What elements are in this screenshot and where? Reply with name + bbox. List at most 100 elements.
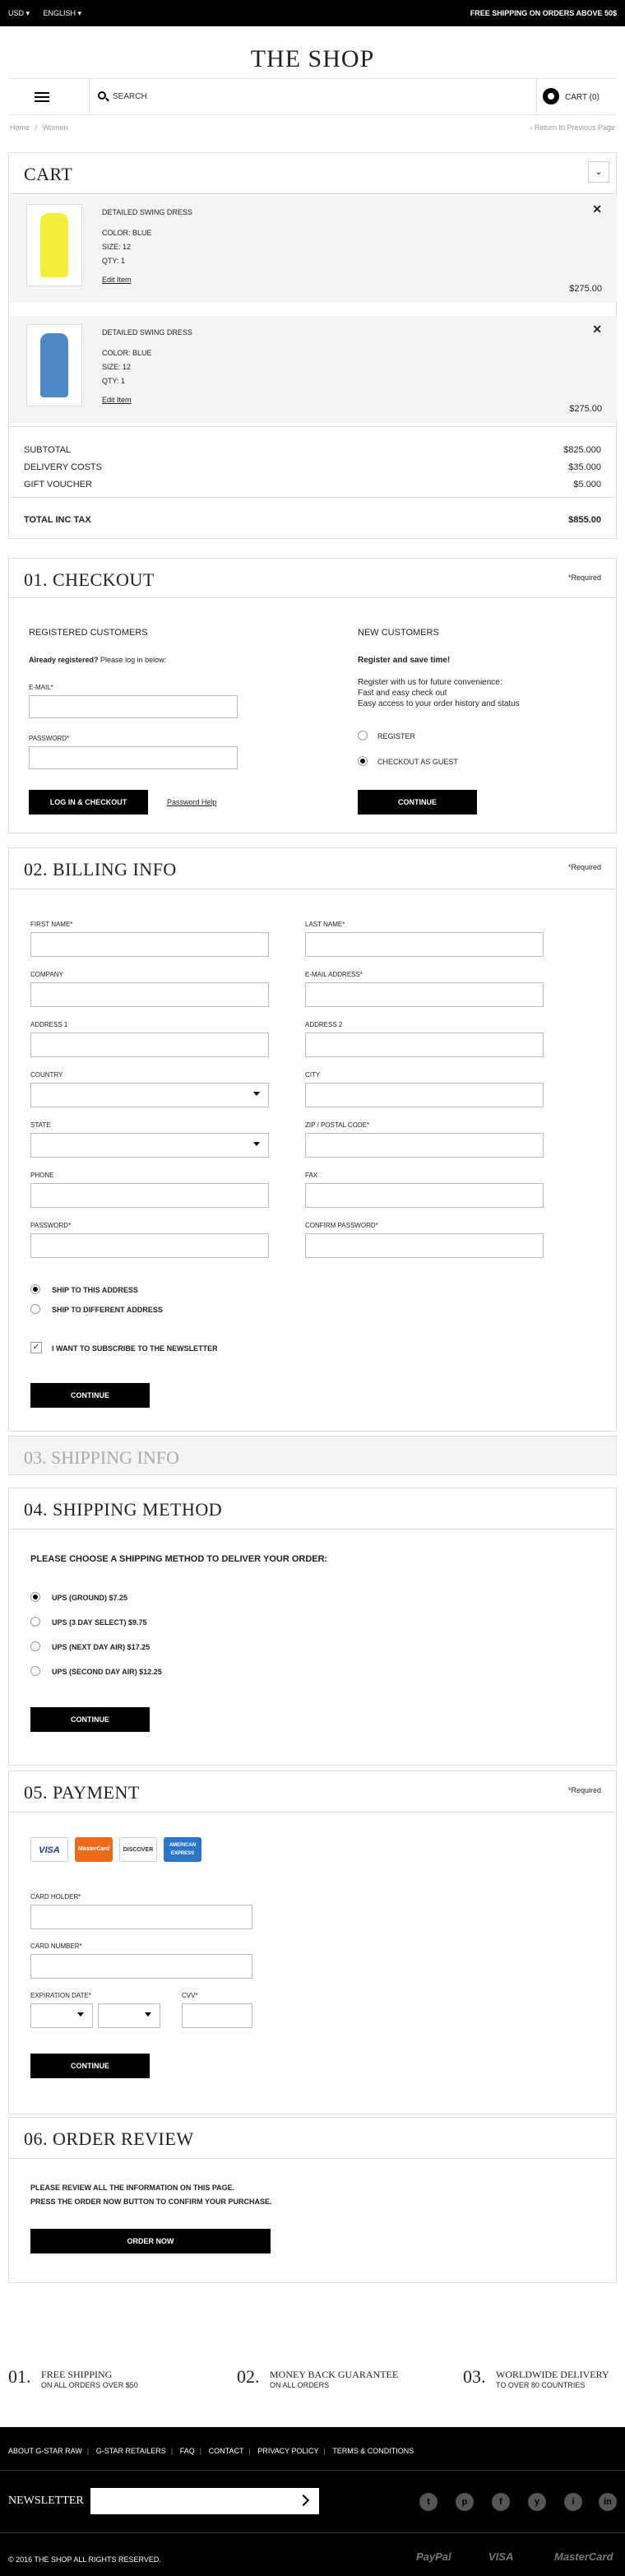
feature-subtitle: ON ALL ORDERS OVER $50	[41, 2381, 138, 2389]
product-image[interactable]	[26, 204, 82, 286]
phone-field[interactable]	[30, 1183, 269, 1208]
register-benefit: Easy access to your order history and st…	[358, 699, 520, 708]
shop-logo[interactable]: THE SHOP	[0, 45, 625, 73]
state-select[interactable]	[30, 1133, 269, 1158]
subtotal-value: $825.000	[563, 445, 601, 455]
footer: ABOUT G-STAR RAW | G-STAR RETAILERS | FAQ |…	[0, 2427, 625, 2576]
footer-link[interactable]: ABOUT G-STAR RAW	[8, 2447, 82, 2455]
breadcrumb-home[interactable]: Home	[10, 123, 30, 132]
card-holder-field[interactable]	[30, 1905, 252, 1929]
email-label: E-MAIL ADDRESS*	[305, 971, 363, 978]
item-name: DETAILED SWING DRESS	[102, 328, 192, 337]
city-field[interactable]	[305, 1083, 544, 1107]
expiry-year-select[interactable]	[98, 2003, 160, 2028]
email-field[interactable]	[29, 695, 238, 718]
youtube-icon[interactable]: y	[528, 2493, 546, 2511]
item-color: COLOR: BLUE	[102, 349, 152, 357]
last-name-field[interactable]	[305, 932, 544, 957]
register-benefit: Register with us for future convenience:	[358, 678, 502, 687]
order-now-button[interactable]: ORDER NOW	[30, 2229, 271, 2253]
card-number-field[interactable]	[30, 1954, 252, 1979]
shipping-option-label: UPS (NEXT DAY AIR) $17.25	[52, 1643, 150, 1651]
remove-item-icon[interactable]: ✕	[592, 202, 602, 216]
edit-item-link[interactable]: Edit Item	[102, 393, 192, 407]
facebook-icon[interactable]: f	[492, 2493, 510, 2511]
register-radio[interactable]	[358, 731, 368, 740]
linkedin-icon[interactable]: in	[599, 2493, 617, 2511]
continue-button[interactable]: CONTINUE	[30, 1383, 150, 1408]
shipping-option-radio[interactable]	[30, 1617, 40, 1627]
item-color: COLOR: BLUE	[102, 229, 152, 237]
shipping-info-section[interactable]: 03. SHIPPING INFO	[8, 1436, 617, 1475]
ship-different-radio[interactable]	[30, 1304, 40, 1314]
address1-label: ADDRESS 1	[30, 1021, 68, 1028]
continue-button[interactable]: CONTINUE	[30, 1707, 150, 1732]
guest-label: CHECKOUT AS GUEST	[377, 758, 458, 766]
feature-title: WORLDWIDE DELIVERY	[496, 2369, 609, 2380]
review-instruction: PRESS THE ORDER NOW BUTTON TO CONFIRM YO…	[30, 2198, 272, 2206]
item-qty: QTY: 1	[102, 257, 126, 265]
instagram-icon[interactable]: i	[564, 2493, 582, 2511]
continue-button[interactable]: CONTINUE	[358, 790, 477, 815]
product-image[interactable]	[26, 324, 82, 406]
delivery-value: $35.000	[568, 462, 601, 472]
first-name-field[interactable]	[30, 932, 269, 957]
chevron-down-icon[interactable]: ⌄	[588, 161, 609, 183]
feature-number: 03.	[463, 2366, 486, 2387]
search-box[interactable]: SEARCH	[89, 79, 537, 114]
expiry-month-select[interactable]	[30, 2003, 93, 2028]
zip-field[interactable]	[305, 1133, 544, 1158]
shipping-option-radio[interactable]	[30, 1666, 40, 1676]
registered-title: REGISTERED CUSTOMERS	[29, 628, 148, 638]
login-checkout-button[interactable]: LOG IN & CHECKOUT	[29, 790, 148, 815]
item-size: SIZE: 12	[102, 243, 132, 251]
shipping-option-radio[interactable]	[30, 1641, 40, 1651]
remove-item-icon[interactable]: ✕	[592, 323, 602, 337]
item-price: $275.00	[569, 284, 602, 294]
newsletter-checkbox[interactable]: ✓	[30, 1342, 42, 1353]
footer-link[interactable]: PRIVACY POLICY	[257, 2447, 318, 2455]
continue-button[interactable]: CONTINUE	[30, 2054, 150, 2078]
language-selector[interactable]: ENGLISH ▾	[44, 9, 82, 17]
link-separator: |	[86, 2447, 90, 2455]
fax-field[interactable]	[305, 1183, 544, 1208]
password-field[interactable]	[30, 1233, 269, 1258]
edit-item-link[interactable]: Edit Item	[102, 273, 192, 287]
breadcrumb-current[interactable]: Women	[43, 123, 68, 132]
newsletter-input[interactable]	[90, 2488, 319, 2514]
ship-this-radio[interactable]	[30, 1284, 40, 1294]
footer-link[interactable]: CONTACT	[209, 2447, 244, 2455]
item-qty: QTY: 1	[102, 377, 126, 385]
cvv-field[interactable]	[182, 2003, 252, 2028]
footer-links: ABOUT G-STAR RAW | G-STAR RETAILERS | FAQ |…	[8, 2447, 419, 2455]
country-label: COUNTRY	[30, 1071, 63, 1079]
menu-icon[interactable]	[35, 92, 49, 102]
shipping-option-radio[interactable]	[30, 1592, 40, 1602]
password-help-link[interactable]: Password Help	[167, 798, 217, 806]
password-field[interactable]	[29, 746, 238, 769]
pinterest-icon[interactable]: p	[456, 2493, 474, 2511]
email-field[interactable]	[305, 982, 544, 1007]
city-label: CITY	[305, 1071, 321, 1079]
address2-field[interactable]	[305, 1033, 544, 1057]
twitter-icon[interactable]: t	[419, 2493, 438, 2511]
promo-text: FREE SHIPPING ON ORDERS ABOVE 50$	[470, 9, 617, 17]
register-label: REGISTER	[377, 732, 416, 740]
search-input[interactable]: SEARCH	[113, 92, 147, 101]
return-link[interactable]: ‹ Return to Previous Page	[530, 123, 615, 132]
expiration-label: EXPIRATION DATE*	[30, 1992, 91, 1999]
zip-label: ZIP / POSTAL CODE*	[305, 1121, 370, 1129]
address2-label: ADDRESS 2	[305, 1021, 343, 1028]
guest-radio[interactable]	[358, 756, 368, 766]
confirm-password-field[interactable]	[305, 1233, 544, 1258]
item-size: SIZE: 12	[102, 363, 132, 371]
footer-link[interactable]: G-STAR RETAILERS	[96, 2447, 166, 2455]
required-note: *Required	[567, 573, 601, 582]
currency-selector[interactable]: USD ▾	[8, 9, 30, 17]
feature-number: 01.	[8, 2366, 31, 2387]
footer-link[interactable]: FAQ	[180, 2447, 195, 2455]
footer-link[interactable]: TERMS & CONDITIONS	[332, 2447, 414, 2455]
address1-field[interactable]	[30, 1033, 269, 1057]
company-field[interactable]	[30, 982, 269, 1007]
country-select[interactable]	[30, 1083, 269, 1107]
